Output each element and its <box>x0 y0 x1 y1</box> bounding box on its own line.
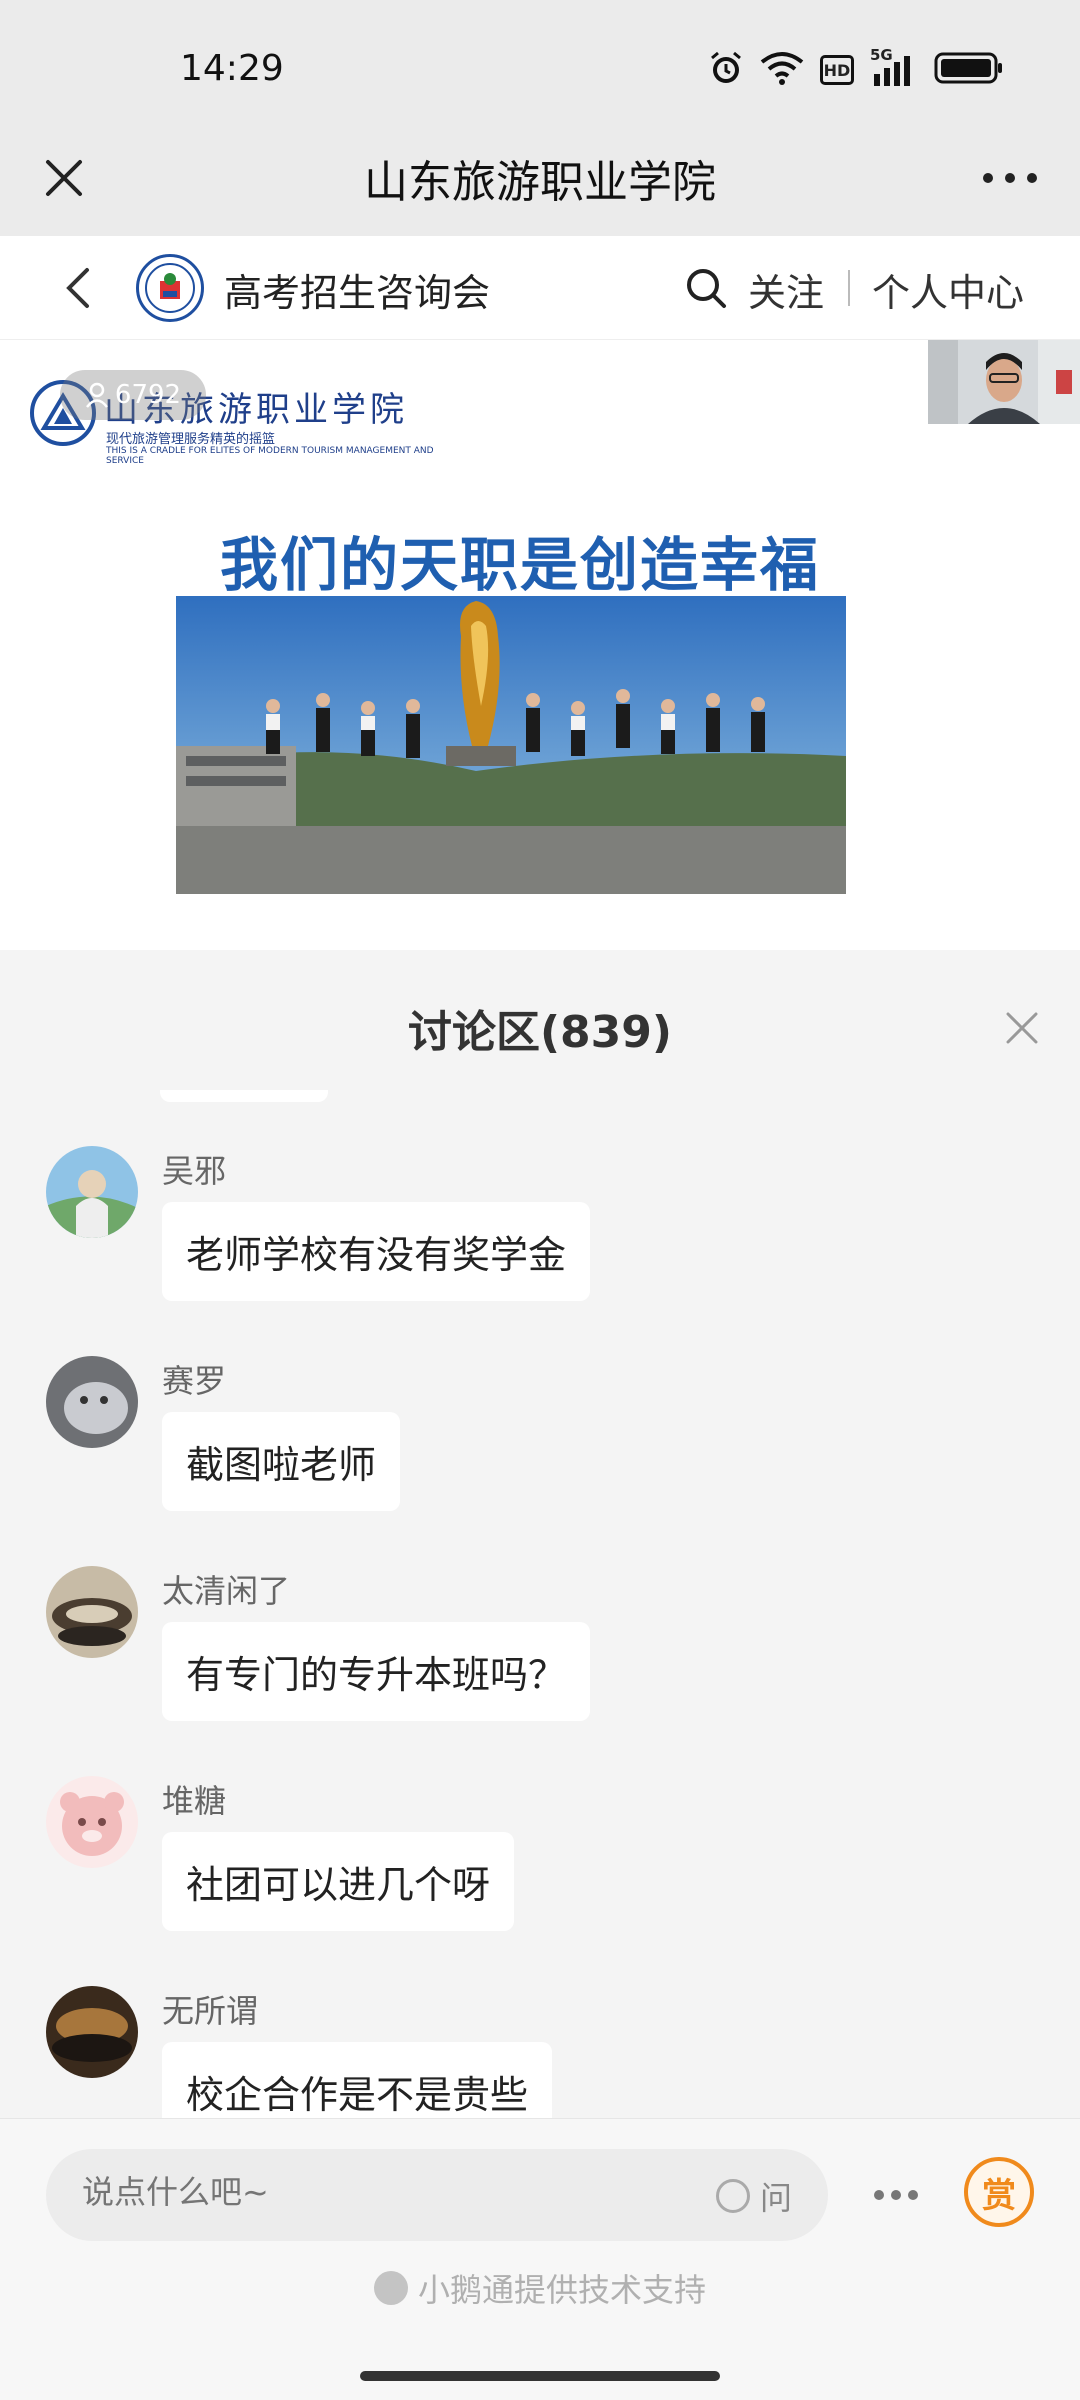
avatar[interactable] <box>46 1146 138 1238</box>
reward-button[interactable]: 赏 <box>964 2157 1034 2227</box>
live-video[interactable]: 山东旅游职业学院 现代旅游管理服务精英的摇篮 THIS IS A CRADLE … <box>0 340 1080 950</box>
discussion-title: 讨论区(839) <box>407 1007 673 1058</box>
avatar[interactable] <box>46 1986 138 2078</box>
message-item: 太清闲了 有专门的专升本班吗？ <box>0 1566 1080 1766</box>
viewer-count: 6792 <box>114 380 182 410</box>
viewer-count-badge: 6792 <box>60 370 206 420</box>
message-item: 堆糖 社团可以进几个呀 <box>0 1776 1080 1976</box>
avatar[interactable] <box>46 1776 138 1868</box>
message-author: 太清闲了 <box>162 1572 291 1610</box>
battery-icon <box>934 51 1004 89</box>
divider <box>848 270 850 306</box>
channel-logo <box>136 254 204 322</box>
message-item: 吴邪 老师学校有没有奖学金 <box>0 1146 1080 1346</box>
more-options-button[interactable] <box>866 2167 926 2223</box>
powered-by: 小鹅通提供技术支持 <box>0 2265 1080 2311</box>
user-icon <box>85 382 108 408</box>
students-jumping-photo <box>176 596 846 894</box>
message-author: 无所谓 <box>162 1992 259 2030</box>
alarm-icon <box>708 50 744 90</box>
home-indicator[interactable] <box>360 2371 720 2381</box>
presenter-webcam[interactable] <box>928 340 1080 424</box>
signal-icon: 5G <box>870 46 918 88</box>
more-button[interactable] <box>970 146 1050 210</box>
school-subtitle: 现代旅游管理服务精英的摇篮 <box>106 432 276 447</box>
message-item: 赛罗 截图啦老师 <box>0 1356 1080 1556</box>
powered-by-text: 小鹅通提供技术支持 <box>417 2271 706 2309</box>
search-icon[interactable] <box>684 266 728 310</box>
message-author: 堆糖 <box>162 1782 227 1820</box>
channel-bar: 高考招生咨询会 关注 个人中心 <box>0 236 1080 340</box>
avatar[interactable] <box>46 1566 138 1658</box>
message-bubble[interactable]: 截图啦老师 <box>162 1412 401 1511</box>
message-bubble[interactable]: 社团可以进几个呀 <box>162 1832 515 1931</box>
slogan: 我们的天职是创造幸福 <box>219 531 820 599</box>
message-author: 吴邪 <box>162 1152 227 1190</box>
hd-badge: HD <box>820 55 854 85</box>
partial-message-bubble <box>160 1090 328 1102</box>
discussion-panel: 讨论区(839) 吴邪 老师学校有没有奖学金 赛罗 截图啦老师 太清闲了 有专门… <box>0 950 1080 2118</box>
back-button[interactable] <box>50 260 106 316</box>
message-author: 赛罗 <box>162 1362 227 1400</box>
message-bubble[interactable]: 校企合作是不是贵些 <box>162 2042 553 2118</box>
avatar[interactable] <box>46 1356 138 1448</box>
status-bar: 14:29 HD 5G <box>0 0 1080 140</box>
status-time: 14:29 <box>180 48 284 89</box>
ask-question-toggle[interactable]: 问 <box>715 2173 792 2219</box>
title-bar: 山东旅游职业学院 <box>0 120 1080 236</box>
wifi-icon <box>760 50 804 90</box>
more-icon <box>983 173 1037 183</box>
xiaoetong-logo-icon <box>373 2271 408 2305</box>
ask-label: 问 <box>759 2179 792 2217</box>
school-subtitle-en: THIS IS A CRADLE FOR ELITES OF MODERN TO… <box>106 446 434 466</box>
comment-input-box[interactable]: 问 <box>46 2149 828 2241</box>
message-bubble[interactable]: 有专门的专升本班吗？ <box>162 1622 591 1721</box>
radio-circle-icon <box>715 2179 750 2213</box>
follow-button[interactable]: 关注 <box>748 262 824 317</box>
input-bar: 问 赏 小鹅通提供技术支持 <box>0 2118 1080 2400</box>
comment-input[interactable] <box>82 2173 602 2211</box>
channel-name: 高考招生咨询会 <box>224 271 491 315</box>
personal-center-button[interactable]: 个人中心 <box>872 262 1024 317</box>
close-discussion-icon[interactable] <box>1002 1008 1042 1048</box>
dot-icon <box>891 2190 901 2200</box>
message-item: 无所谓 校企合作是不是贵些 <box>0 1986 1080 2118</box>
status-icons: HD 5G <box>708 46 1004 90</box>
dot-icon <box>874 2190 884 2200</box>
message-bubble[interactable]: 老师学校有没有奖学金 <box>162 1202 591 1301</box>
chevron-left-icon <box>66 268 89 308</box>
page-title: 山东旅游职业学院 <box>364 157 716 208</box>
dot-icon <box>908 2190 918 2200</box>
